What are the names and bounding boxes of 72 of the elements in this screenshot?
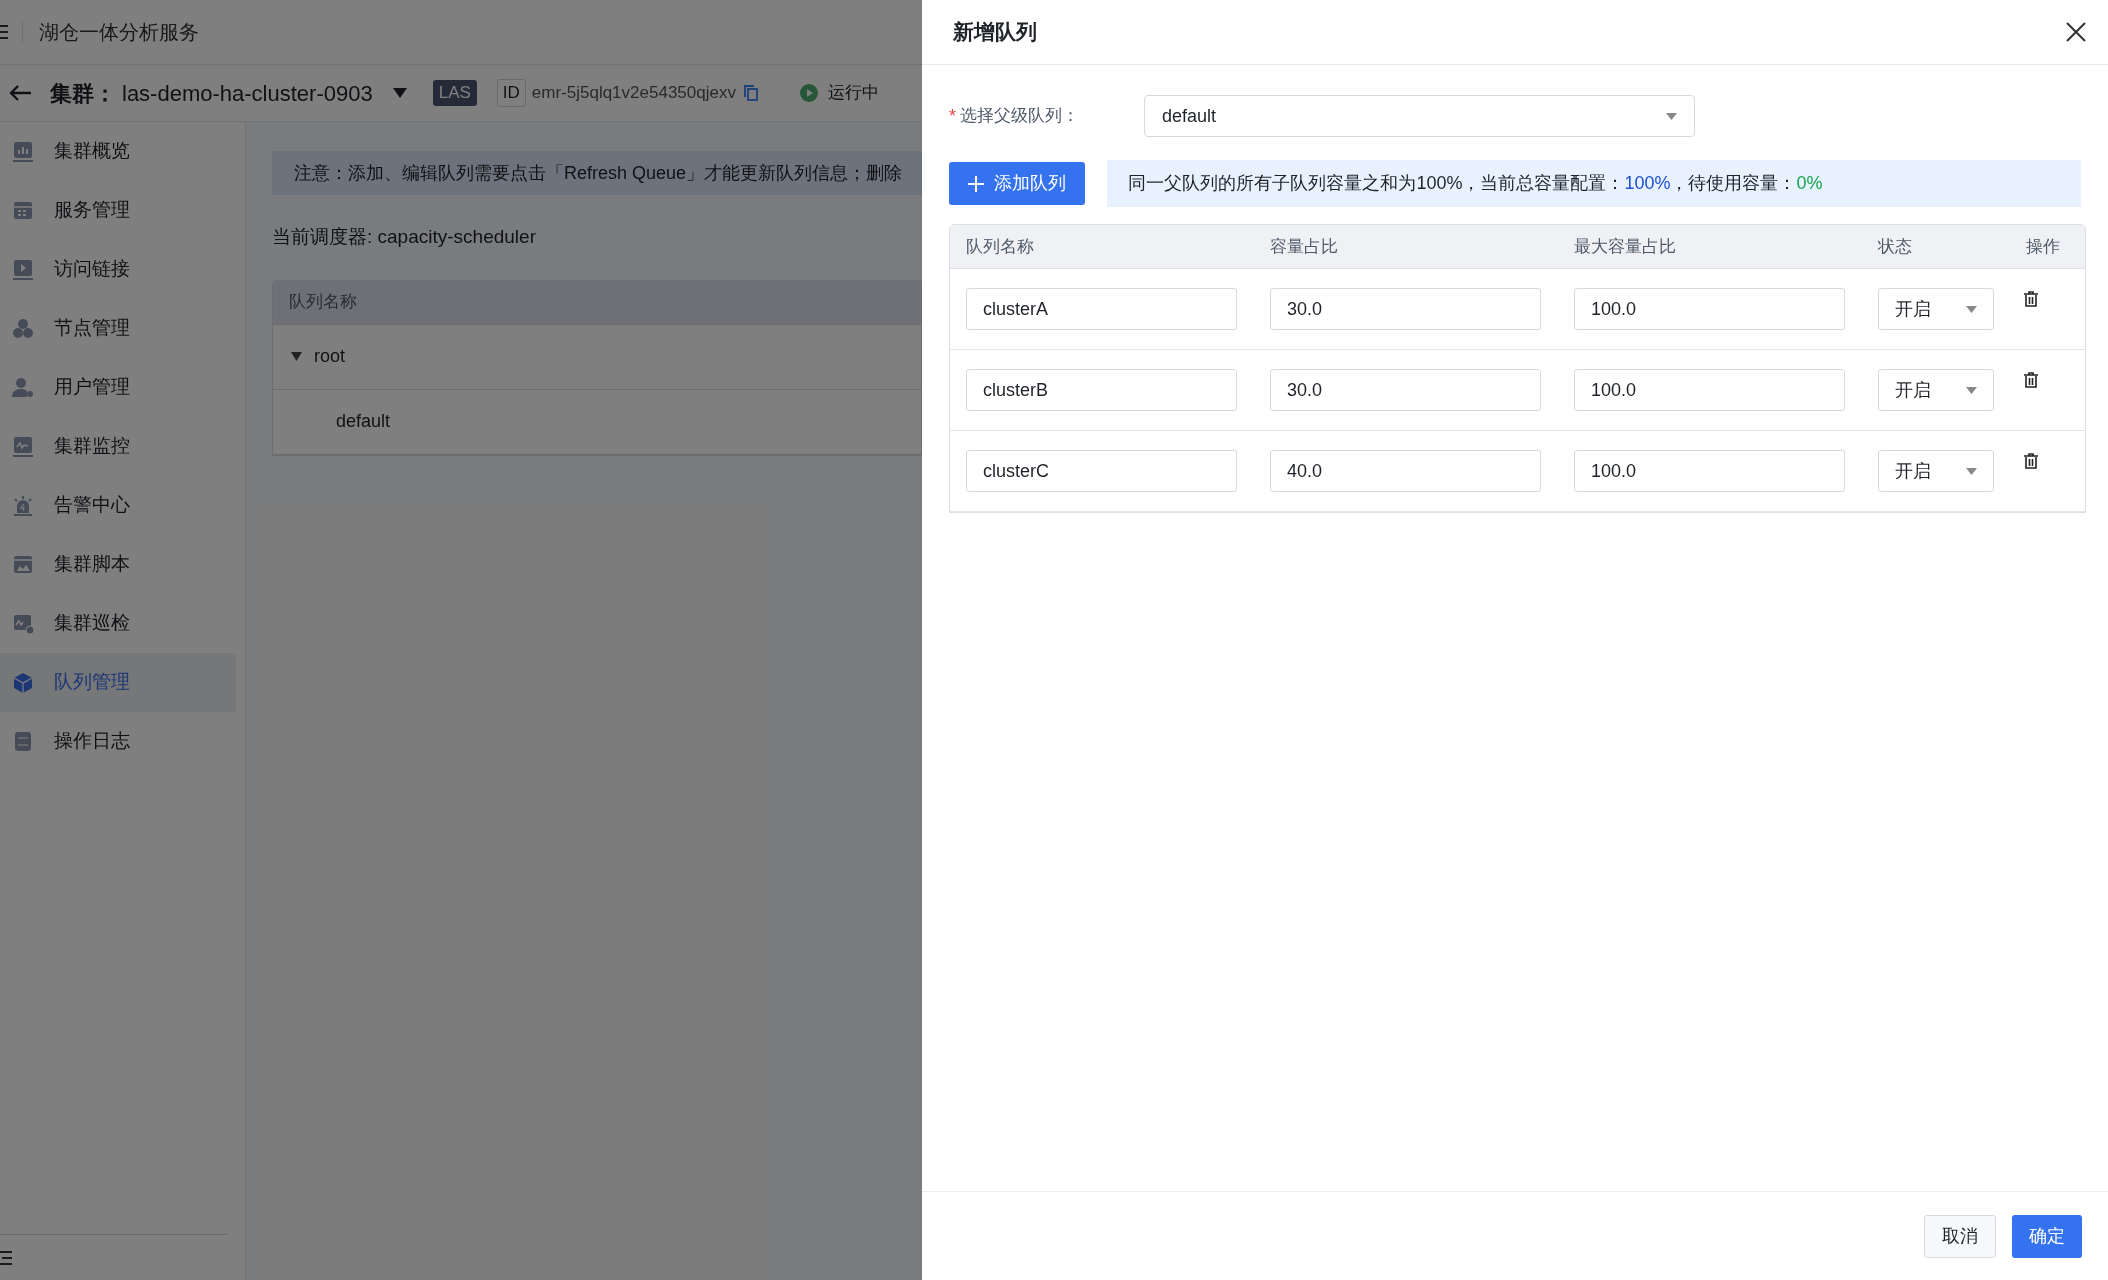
sidebar-item[interactable]: 集群监控 <box>0 417 236 476</box>
column-header: 队列名称 <box>288 291 357 314</box>
log-icon <box>12 730 34 753</box>
caret-icon <box>1966 305 1977 313</box>
close-icon[interactable] <box>2066 22 2086 42</box>
input-field[interactable]: clusterA <box>966 288 1237 330</box>
alarm-light-icon <box>12 494 34 517</box>
app-title: 湖仓一体分析服务 <box>39 20 199 45</box>
running-status-icon <box>799 84 818 102</box>
sidebar-item[interactable]: 操作日志 <box>0 712 236 771</box>
cancel-button[interactable]: 取消 <box>1924 1214 1996 1258</box>
add-queue-button[interactable]: 添加队列 <box>949 162 1086 205</box>
parent-queue-select[interactable]: default <box>1144 95 1695 137</box>
column-header: 队列名称 <box>965 235 1035 258</box>
input-field[interactable]: 30.0 <box>1270 369 1541 411</box>
queue-name: default <box>336 410 391 433</box>
column-header: 状态 <box>1877 235 1913 258</box>
column-header: 最大容量占比 <box>1573 235 1677 258</box>
scheduler-text: 当前调度器: capacity-scheduler <box>272 225 537 249</box>
input-field[interactable]: 100.0 <box>1574 450 1845 492</box>
sidebar-item[interactable]: 访问链接 <box>0 240 236 299</box>
caret-icon <box>1966 467 1977 475</box>
sidebar-item[interactable]: 服务管理 <box>0 181 236 240</box>
status-select[interactable]: 开启 <box>1878 369 1994 411</box>
input-field[interactable]: 100.0 <box>1574 288 1845 330</box>
sidebar-item[interactable]: 告警中心 <box>0 476 236 535</box>
notice-text: 注意：添加、编辑队列需要点击「Refresh Queue」才能更新队列信息；删除 <box>293 161 903 185</box>
cube-icon <box>12 671 34 694</box>
id-label: ID <box>496 79 526 107</box>
plus-icon <box>968 175 985 192</box>
play-screen-icon <box>12 258 34 281</box>
delete-icon[interactable] <box>2024 291 2038 307</box>
copy-icon[interactable] <box>743 85 758 101</box>
hexagons-icon <box>12 317 34 340</box>
window-icon <box>12 553 34 576</box>
caret-icon[interactable] <box>392 88 407 98</box>
delete-icon[interactable] <box>2024 453 2038 469</box>
delete-icon[interactable] <box>2024 372 2038 388</box>
status-select[interactable]: 开启 <box>1878 450 1994 492</box>
expand-toggle-icon[interactable] <box>291 352 302 361</box>
window-icon <box>12 199 34 222</box>
caret-icon <box>1966 386 1977 394</box>
status-select[interactable]: 开启 <box>1878 288 1994 330</box>
status-text: 运行中 <box>827 82 879 105</box>
input-field[interactable]: 30.0 <box>1270 288 1541 330</box>
sidebar-item[interactable]: 集群概览 <box>0 122 236 181</box>
cluster-tag: LAS <box>432 80 477 106</box>
column-header: 容量占比 <box>1269 235 1339 258</box>
sidebar-item[interactable]: 用户管理 <box>0 358 236 417</box>
sidebar-item[interactable]: 节点管理 <box>0 299 236 358</box>
capacity-info-text: 同一父队列的所有子队列容量之和为100%，当前总容量配置：100%，待使用容量：0% <box>1127 172 1823 195</box>
monitor-clock-icon <box>12 612 34 635</box>
queue-name: root <box>314 345 346 368</box>
input-field[interactable]: 100.0 <box>1574 369 1845 411</box>
input-field[interactable]: 40.0 <box>1270 450 1541 492</box>
input-field[interactable]: clusterC <box>966 450 1237 492</box>
caret-icon <box>1666 112 1677 120</box>
input-field[interactable]: clusterB <box>966 369 1237 411</box>
column-header: 操作 <box>2025 235 2061 258</box>
monitor-icon <box>12 435 34 458</box>
required-mark: * <box>949 104 956 128</box>
cluster-id: emr-5j5qlq1v2e54350qjexv <box>531 82 736 105</box>
cluster-name[interactable]: las-demo-ha-cluster-0903 <box>122 76 373 110</box>
chart-icon <box>12 140 34 163</box>
back-arrow-icon[interactable] <box>8 84 32 102</box>
confirm-button[interactable]: 确定 <box>2012 1214 2082 1258</box>
sidebar-item[interactable]: 集群脚本 <box>0 535 236 594</box>
drawer-title: 新增队列 <box>953 19 1037 46</box>
user-gear-icon <box>12 376 34 399</box>
cluster-label: 集群： <box>50 79 116 108</box>
sidebar-item[interactable]: 集群巡检 <box>0 594 236 653</box>
parent-queue-label: 选择父级队列： <box>960 105 1080 128</box>
